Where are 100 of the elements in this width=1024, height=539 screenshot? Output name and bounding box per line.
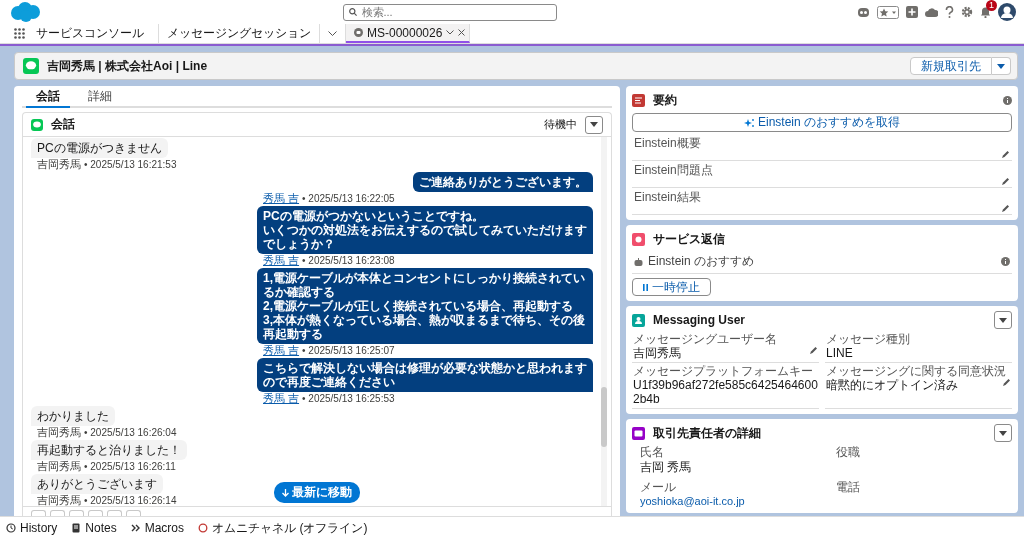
- notification-badge: 1: [986, 0, 997, 11]
- avatar-icon[interactable]: [998, 3, 1016, 21]
- author-link[interactable]: 秀馬 吉: [263, 192, 300, 204]
- summary-icon: [632, 93, 645, 107]
- help-icon[interactable]: [945, 6, 954, 18]
- author-link[interactable]: 秀馬 吉: [263, 254, 300, 266]
- chat-icon: [354, 28, 363, 37]
- message-text: PCの電源がつかないということですね。: [263, 209, 485, 223]
- bell-icon[interactable]: [980, 6, 991, 18]
- author-link[interactable]: 秀馬 吉: [263, 344, 300, 356]
- close-icon[interactable]: [458, 29, 466, 36]
- pause-button[interactable]: 一時停止: [632, 278, 711, 296]
- field-value: LINE: [826, 346, 854, 360]
- cloud-icon[interactable]: [925, 6, 938, 18]
- card-title: 要約: [653, 91, 678, 109]
- pencil-icon[interactable]: [1002, 378, 1011, 387]
- caret-down-icon: [997, 63, 1005, 69]
- tab[interactable]: 会話: [26, 86, 70, 108]
- user-icon: [632, 313, 645, 327]
- message-text: こちらで解決しない場合は修理が必要な状態かと思われますので再度ご連絡ください: [263, 361, 587, 389]
- field-label: メッセージプラットフォームキー: [633, 364, 814, 378]
- utility-item[interactable]: オムニチャネル (オフライン): [198, 519, 368, 537]
- status-ring-icon: [198, 523, 209, 533]
- field-value: 吉岡 秀馬: [640, 460, 693, 474]
- app-launcher-icon[interactable]: [14, 27, 26, 40]
- chat-bubble-icon: [31, 118, 43, 131]
- field-label: 電話: [836, 480, 861, 494]
- jump-to-latest-button[interactable]: 最新に移動: [274, 482, 360, 503]
- message-time: • 2025/5/13 16:23:08: [302, 255, 395, 267]
- field-label: Einstein問題点: [634, 163, 714, 177]
- scrollbar[interactable]: [601, 137, 607, 506]
- arrow-down-icon: [282, 488, 289, 497]
- field-label: 役職: [836, 445, 861, 459]
- info-icon: [1003, 95, 1012, 105]
- message-text: 1,電源ケーブルが本体とコンセントにしっかり接続されているか確認する: [263, 271, 586, 299]
- collapse-button[interactable]: [994, 424, 1012, 442]
- double-chevron-icon: [130, 523, 141, 533]
- message-text: わかりました: [37, 409, 109, 423]
- field-label: メッセージ種別: [826, 332, 911, 346]
- sparkle-icon: [744, 118, 754, 127]
- message-text: いくつかの対処法をお伝えするので試してみていただけますでしょうか？: [263, 223, 587, 251]
- message-time: • 2025/5/13 16:21:53: [84, 159, 177, 171]
- caret-down-icon: [999, 430, 1007, 436]
- info-icon: [1001, 257, 1010, 266]
- field-label: Einstein結果: [634, 190, 702, 204]
- message-text: 再起動すると治りました！: [37, 443, 181, 457]
- settings-icon[interactable]: [961, 6, 973, 18]
- message-time: • 2025/5/13 16:25:53: [302, 393, 395, 405]
- author-name: 吉岡秀馬: [37, 494, 81, 506]
- message-time: • 2025/5/13 16:25:07: [302, 345, 395, 357]
- star-dropdown-icon[interactable]: [877, 5, 899, 19]
- message-text: ご連絡ありがとうございます。: [419, 175, 587, 189]
- search-field[interactable]: 検索...: [342, 3, 557, 21]
- card-title: 取引先責任者の詳細: [653, 424, 762, 442]
- utility-item[interactable]: Notes: [71, 521, 117, 535]
- dropdown-button[interactable]: [992, 57, 1011, 75]
- message-text: 3,本体が熱くなっている場合、熱が収まるまで待ち、その後再起動する: [263, 313, 586, 341]
- contact-card-icon: [632, 426, 645, 440]
- recommendation-label: Einstein のおすすめ: [648, 253, 756, 270]
- caret-down-icon: [590, 122, 598, 127]
- collapse-button[interactable]: [994, 311, 1012, 329]
- plus-icon[interactable]: [906, 6, 918, 18]
- robot-icon[interactable]: [857, 6, 870, 18]
- clock-icon: [6, 523, 16, 533]
- console-tab[interactable]: MS-00000026: [346, 24, 470, 43]
- dropdown-button[interactable]: [585, 115, 603, 134]
- author-name: 吉岡秀馬: [37, 426, 81, 438]
- field-label: メール: [640, 480, 677, 494]
- field-label: 氏名: [640, 445, 665, 459]
- utility-item[interactable]: History: [6, 521, 58, 535]
- note-icon: [71, 523, 82, 533]
- author-link[interactable]: 秀馬 吉: [263, 392, 300, 404]
- pencil-icon[interactable]: [809, 346, 818, 355]
- status-label: 待機中: [544, 117, 577, 132]
- author-name: 吉岡秀馬: [37, 460, 81, 472]
- field-value: 吉岡秀馬: [633, 346, 682, 360]
- email-link[interactable]: yoshioka@aoi-it.co.jp: [640, 495, 816, 507]
- message-time: • 2025/5/13 16:26:14: [84, 495, 177, 506]
- caret-down-icon[interactable]: [446, 30, 455, 35]
- new-account-button[interactable]: 新規取引先: [910, 57, 992, 75]
- author-name: 吉岡秀馬: [37, 158, 81, 170]
- field-value: U1f39b96af272fe585c64254646002b4b: [633, 378, 818, 406]
- cloud-logo-icon: [8, 1, 42, 23]
- pencil-icon[interactable]: [1001, 150, 1010, 159]
- pencil-icon[interactable]: [1001, 204, 1010, 213]
- message-text: 2,電源ケーブルが正しく接続されている場合、再起動する: [263, 299, 574, 313]
- reply-icon: [632, 232, 645, 246]
- chat-bubble-icon: [23, 58, 39, 74]
- einstein-recommend-button[interactable]: Einstein のおすすめを取得: [632, 113, 1012, 132]
- record-title: 吉岡秀馬 | 株式会社Aoi | Line: [47, 57, 209, 75]
- search-icon: [348, 8, 357, 16]
- pencil-icon[interactable]: [1001, 177, 1010, 186]
- field-label: メッセージングに関する同意状況: [826, 364, 1007, 378]
- tab[interactable]: 詳細: [78, 86, 122, 108]
- field-label: メッセージングユーザー名: [633, 332, 778, 346]
- field-label: Einstein概要: [634, 136, 702, 150]
- caret-down-icon: [999, 317, 1007, 323]
- message-text: PCの電源がつきません: [37, 141, 162, 155]
- utility-item[interactable]: Macros: [130, 521, 185, 535]
- caret-down-icon[interactable]: [328, 31, 337, 36]
